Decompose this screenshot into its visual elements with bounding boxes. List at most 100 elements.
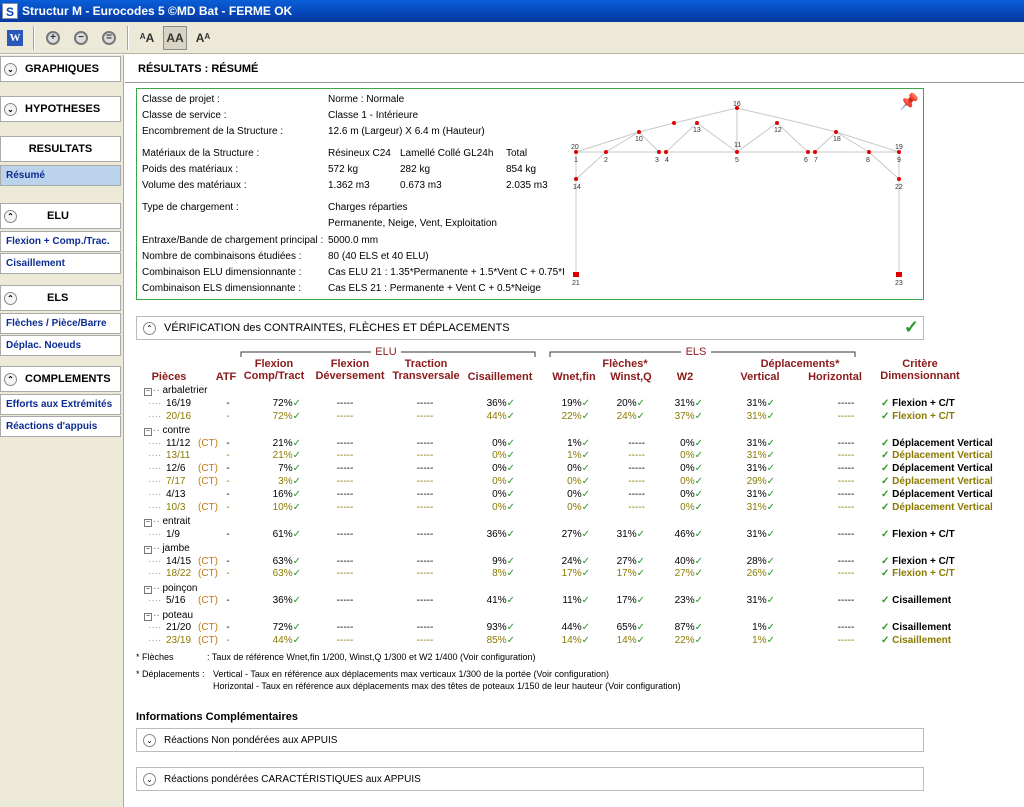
cell-atf: - [223, 568, 233, 580]
sidebar-item-resume[interactable]: Résumé [0, 165, 121, 186]
check-icon: ✓ [506, 595, 515, 607]
cell-value: 0% [680, 437, 695, 449]
cell-flex: 16%✓ [241, 489, 301, 501]
check-icon: ✓ [766, 437, 775, 449]
cell-cis: 8%✓ [455, 568, 515, 580]
cell-ct: (CT) [198, 438, 218, 450]
toolbar: W + − = ᴬA AA Aᴬ [0, 22, 1024, 54]
group-header[interactable]: − ·· poinçon [144, 583, 197, 594]
sidebar-item-cisaillement[interactable]: Cisaillement [0, 253, 121, 274]
sidebar-complements[interactable]: ⌃ COMPLEMENTS [0, 366, 121, 392]
cell-w2: 0%✓ [663, 450, 703, 462]
collapse-icon[interactable]: − [144, 518, 152, 527]
cell-hor: ----- [831, 568, 861, 580]
cell-value: 72% [272, 397, 293, 409]
check-icon: ✓ [694, 635, 703, 647]
cell-value: Déplacement Vertical [892, 463, 993, 475]
cell-value: (CT) [198, 463, 218, 475]
check-icon: ✓ [581, 555, 590, 567]
sidebar-item-flexion[interactable]: Flexion + Comp./Trac. [0, 231, 121, 252]
cell-winst: ----- [600, 476, 645, 488]
collapse-icon[interactable]: − [144, 545, 152, 554]
check-icon: ✓ [694, 595, 703, 607]
cell-value: 28% [746, 555, 767, 567]
cell-value: 31% [746, 437, 767, 449]
font-normal-icon[interactable]: AA [163, 25, 187, 50]
check-icon: ✓ [881, 528, 893, 540]
zoom-reset-icon[interactable]: = [97, 26, 121, 50]
font-decrease-icon[interactable]: Aᴬ [191, 26, 215, 50]
cell-value: (CT) [198, 622, 218, 634]
cell-value: 46% [674, 528, 695, 540]
cell-vert: 31%✓ [735, 595, 775, 607]
cell-value: 0% [492, 488, 507, 500]
cell-hor: ----- [831, 502, 861, 514]
cell-winst: 14%✓ [600, 635, 645, 647]
check-icon: ✓ [636, 635, 645, 647]
sidebar-item-fleches[interactable]: Flèches / Pièce/Barre [0, 313, 121, 334]
collapse-icon[interactable]: − [144, 585, 152, 594]
sidebar-graphiques[interactable]: ⌄ GRAPHIQUES [0, 56, 121, 82]
cell-winst: 65%✓ [600, 622, 645, 634]
reactions-non-ponderees[interactable]: ⌄ Réactions Non pondérées aux APPUIS [136, 728, 924, 752]
cell-dev: ----- [330, 529, 360, 541]
sidebar-resultats[interactable]: RESULTATS [0, 136, 121, 162]
cell-value: Déplacement Vertical [892, 437, 993, 449]
cell-value: 20/16 [166, 410, 192, 422]
collapse-icon[interactable]: − [144, 388, 152, 396]
cell-value: 93% [486, 622, 507, 634]
cell-flex: 21%✓ [241, 438, 301, 450]
group-header[interactable]: − ·· contre [144, 425, 190, 436]
hdr-flexion-deversement: Flexion Déversement [315, 358, 385, 382]
check-icon: ✓ [581, 622, 590, 634]
cell-cis: 0%✓ [455, 438, 515, 450]
collapse-icon[interactable]: − [144, 612, 152, 621]
sidebar-item-deplac[interactable]: Déplac. Noeuds [0, 335, 121, 356]
hdr-traction: Traction Transversale [391, 358, 461, 382]
zoom-out-icon[interactable]: − [69, 26, 93, 50]
els-bracket-left [549, 351, 681, 357]
font-increase-icon[interactable]: ᴬA [135, 26, 159, 50]
cell-value: 31% [746, 528, 767, 540]
tree-line: ···· [148, 450, 162, 462]
cell-value: 26% [746, 568, 767, 580]
cell-value: 31% [746, 397, 767, 409]
zoom-in-icon[interactable]: + [41, 26, 65, 50]
chevron-down-icon: ⌄ [143, 772, 156, 786]
cell-value: 24% [561, 555, 582, 567]
group-header[interactable]: − ·· arbaletrier [144, 385, 207, 396]
reactions-ponderees[interactable]: ⌄ Réactions pondérées CARACTÉRISTIQUES au… [136, 767, 924, 791]
cell-wnet: 14%✓ [545, 635, 590, 647]
sidebar-els[interactable]: ⌃ ELS [0, 285, 121, 311]
cell-value: ----- [336, 622, 354, 634]
group-header[interactable]: − ·· entrait [144, 516, 190, 527]
cell-cis: 93%✓ [455, 622, 515, 634]
group-name: poinçon [162, 582, 198, 594]
hdr-horizontal: Horizontal [805, 371, 865, 383]
cell-value: ----- [416, 595, 434, 607]
cell-value: 0% [680, 488, 695, 500]
group-header[interactable]: − ·· poteau [144, 610, 193, 621]
check-icon: ✓ [766, 450, 775, 462]
word-icon[interactable]: W [3, 26, 27, 50]
sidebar-item-efforts[interactable]: Efforts aux Extrémités [0, 394, 121, 415]
cell-flex: 10%✓ [241, 502, 301, 514]
app-icon: S [2, 3, 18, 19]
cell-vert: 31%✓ [735, 450, 775, 462]
cell-value: 27% [616, 555, 637, 567]
cell-piece: 1/9 [166, 529, 180, 541]
sidebar-item-reactions[interactable]: Réactions d'appuis [0, 416, 121, 437]
cell-value: 44% [561, 622, 582, 634]
hdr-pieces: Pièces [149, 371, 189, 383]
check-icon: ✓ [292, 555, 301, 567]
cell-value: 65% [616, 622, 637, 634]
sidebar-elu[interactable]: ⌃ ELU [0, 203, 121, 229]
check-icon: ✓ [581, 450, 590, 462]
check-icon: ✓ [694, 528, 703, 540]
cell-value: 23/19 [166, 635, 192, 647]
collapse-icon[interactable]: − [144, 427, 152, 436]
check-icon: ✓ [694, 437, 703, 449]
cell-wnet: 44%✓ [545, 622, 590, 634]
group-header[interactable]: − ·· jambe [144, 543, 190, 554]
sidebar-hypotheses[interactable]: ⌄ HYPOTHESES [0, 96, 121, 122]
